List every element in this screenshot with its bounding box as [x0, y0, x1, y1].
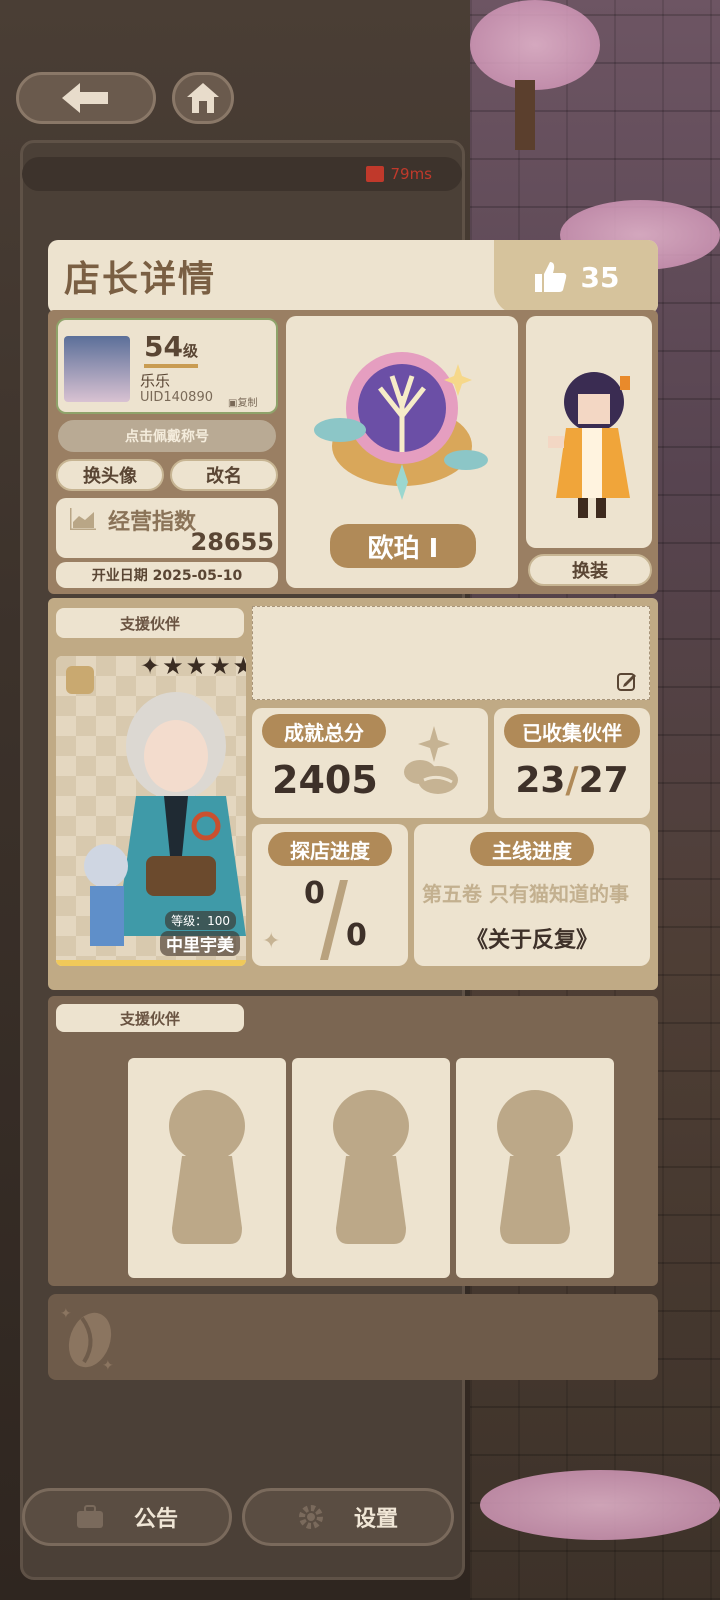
pixel-character	[548, 372, 630, 518]
support-partner-tab: 支援伙伴	[56, 608, 244, 638]
coffee-bean-icon: ✦ ✦	[60, 1306, 114, 1372]
open-date: 开业日期 2025-05-10	[56, 562, 278, 588]
briefcase-icon	[76, 1505, 103, 1528]
player-level: 54	[144, 330, 183, 363]
notice-button[interactable]: 公告	[22, 1488, 232, 1546]
support-partner-card[interactable]: ✦★★★★ 等级：100 中里宇美	[56, 656, 246, 966]
rename-button[interactable]: 改名	[170, 459, 278, 491]
edit-icon[interactable]	[617, 671, 637, 691]
story-label: 主线进度	[470, 832, 594, 866]
achievement-card: 成就总分 2405	[252, 708, 488, 818]
partner-name: 中里宇美	[160, 931, 240, 956]
character-preview	[526, 316, 652, 548]
support-slot-2[interactable]	[292, 1058, 450, 1278]
svg-text:✦: ✦	[102, 1358, 114, 1372]
partner-level: 等级：100	[165, 911, 236, 930]
rarity-bar	[56, 960, 246, 966]
cherry-blossom	[470, 0, 600, 90]
copy-label: 复制	[237, 398, 258, 409]
bottom-strip: ✦ ✦	[48, 1294, 658, 1380]
business-index-card: 经营指数 28655	[56, 498, 278, 558]
collected-partners-card: 已收集伙伴 23/27	[494, 708, 650, 818]
explore-value: 0	[304, 876, 325, 911]
home-button[interactable]	[172, 72, 234, 124]
support-slot-1[interactable]	[128, 1058, 286, 1278]
achievement-label: 成就总分	[262, 714, 386, 748]
player-name: 乐乐	[140, 372, 171, 390]
collected-total: 27	[578, 760, 629, 801]
business-index-label: 经营指数	[108, 510, 197, 535]
like-count: 35	[580, 260, 620, 294]
copy-uid-button[interactable]: ▣复制	[228, 394, 257, 409]
home-icon	[187, 83, 219, 113]
modal-title: 店长详情	[64, 259, 217, 300]
avatar[interactable]	[64, 336, 130, 402]
collected-label: 已收集伙伴	[504, 714, 640, 748]
empty-slot-silhouette-icon	[333, 1090, 409, 1244]
chart-icon	[70, 508, 96, 530]
svg-text:✦: ✦	[60, 1306, 72, 1322]
change-outfit-button[interactable]: 换装	[528, 554, 652, 586]
rank-badge-card[interactable]: 欧珀 I	[286, 316, 518, 588]
support-slot-3[interactable]	[456, 1058, 614, 1278]
story-episode: 《关于反复》	[465, 928, 598, 953]
rank-label: 欧珀 I	[330, 524, 476, 568]
player-uid: UID140890	[140, 390, 213, 405]
support-slots-tab: 支援伙伴	[56, 1004, 244, 1032]
notice-label: 公告	[133, 1507, 178, 1532]
settings-label: 设置	[353, 1507, 398, 1532]
signature-box[interactable]	[252, 606, 650, 700]
level-bar	[144, 364, 198, 368]
profile-card: 54级 乐乐 UID140890 ▣复制	[56, 318, 278, 414]
network-status: 79ms	[22, 157, 462, 191]
sparkle-icon: ✦	[262, 929, 281, 954]
collected-value: 23	[515, 760, 566, 801]
modal-header: 店长详情 35	[48, 240, 658, 314]
achievement-value: 2405	[272, 758, 378, 802]
thumbs-up-icon	[534, 262, 566, 292]
explore-label: 探店进度	[268, 832, 392, 866]
business-index-value: 28655	[190, 528, 275, 556]
shop-owner-detail-modal: 店长详情 35 54级 乐乐 UID140890 ▣复制 点击佩戴称号 换头像 …	[48, 240, 658, 1382]
explore-progress-card: 探店进度 0 0 ✦	[252, 824, 408, 966]
explore-total: 0	[346, 918, 367, 953]
main-story-card: 主线进度 第五卷 只有猫知道的事 《关于反复》	[414, 824, 650, 966]
tree-trunk	[515, 80, 535, 150]
rank-emblem-icon	[314, 352, 488, 500]
change-avatar-button[interactable]: 换头像	[56, 459, 164, 491]
cherry-blossom	[480, 1470, 720, 1540]
ping-text: 79ms	[390, 165, 432, 183]
level-unit: 级	[182, 342, 198, 360]
like-button[interactable]: 35	[494, 240, 658, 314]
settings-button[interactable]: 设置	[242, 1488, 454, 1546]
title-button[interactable]: 点击佩戴称号	[58, 420, 276, 452]
gear-icon	[298, 1505, 323, 1529]
empty-slot-silhouette-icon	[169, 1090, 245, 1244]
back-arrow-icon	[62, 83, 108, 113]
back-button[interactable]	[16, 72, 156, 124]
signal-icon	[366, 166, 385, 182]
empty-slot-silhouette-icon	[497, 1090, 573, 1244]
story-chapter: 第五卷 只有猫知道的事	[422, 882, 629, 906]
coffee-bean-icon	[404, 726, 458, 794]
